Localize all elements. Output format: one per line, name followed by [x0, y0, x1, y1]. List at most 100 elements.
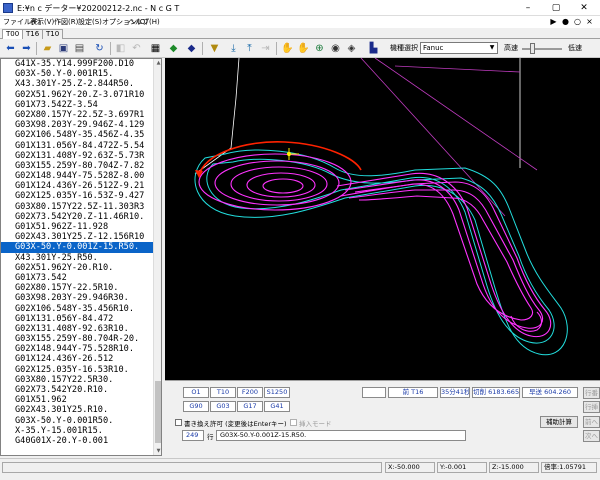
code-row[interactable]: G02X43.301Y25.R10. — [1, 405, 153, 415]
code-row[interactable]: G03X155.259Y-80.704Z-7.82 — [1, 161, 153, 171]
pan-hand-icon[interactable]: ✋ — [280, 41, 295, 56]
insert-mode-checkbox[interactable] — [290, 419, 297, 426]
code-row[interactable]: G01X51.962 — [1, 395, 153, 405]
code-row[interactable]: X-35.Y-15.001R15. — [1, 426, 153, 436]
forward-arrow-icon[interactable]: ➡ — [19, 41, 34, 56]
code-row[interactable]: G03X98.203Y-29.946Z-4.129 — [1, 120, 153, 130]
code-row[interactable]: G01X124.436Y-26.512Z-9.21 — [1, 181, 153, 191]
machine-icon[interactable]: ▙ — [366, 41, 381, 56]
rapid-line-left — [194, 58, 240, 175]
prev-button[interactable]: 前へ — [583, 416, 600, 428]
overwrite-checkbox[interactable] — [175, 419, 182, 426]
next-button[interactable]: 次へ — [583, 430, 600, 442]
code-row[interactable]: G02X148.944Y-75.528R10. — [1, 344, 153, 354]
info-rapid-length: 早送 604.260 — [522, 387, 578, 398]
minimize-button[interactable]: – — [514, 0, 542, 16]
rotate-icon[interactable]: ↻ — [92, 41, 107, 56]
code-row[interactable]: G40G01X-20.Y-0.001 — [1, 436, 153, 446]
scroll-thumb[interactable] — [155, 381, 161, 443]
code-row[interactable]: G03X155.259Y-80.704R-20. — [1, 334, 153, 344]
tab-t00[interactable]: T00 — [2, 29, 24, 39]
code-row[interactable]: G02X51.962Y-20.R10. — [1, 263, 153, 273]
grid-icon[interactable]: ▦ — [148, 41, 163, 56]
code-row[interactable]: X43.301Y-25.Z-2.844R50. — [1, 79, 153, 89]
code-row[interactable]: G01X73.542 — [1, 273, 153, 283]
code-row[interactable]: G41X-35.Y14.999F200.D10 — [1, 59, 153, 69]
menu-draw[interactable]: 作図(R) — [54, 17, 78, 27]
code-row[interactable]: G01X131.056Y-84.472Z-5.54 — [1, 141, 153, 151]
close-button[interactable]: ✕ — [570, 0, 598, 16]
save-icon[interactable]: ▣ — [56, 41, 71, 56]
code-row[interactable]: G02X106.548Y-35.456R10. — [1, 304, 153, 314]
current-line-input[interactable]: G03X-50.Y-0.001Z-15.R50. — [216, 430, 466, 441]
code-row[interactable]: G02X73.542Y20.R10. — [1, 385, 153, 395]
open-folder-icon[interactable]: ▰ — [40, 41, 55, 56]
code-row[interactable]: G02X125.035Y-16.53R10. — [1, 365, 153, 375]
contour-arm-2 — [344, 179, 544, 329]
code-row[interactable]: G03X-50.Y-0.001Z-15.R50. — [1, 242, 153, 253]
chevron-down-icon[interactable]: ▼ — [487, 43, 497, 53]
menu-settings[interactable]: 設定(S) — [78, 17, 102, 27]
status-x: X:-50.000 — [385, 462, 435, 473]
feed-line-1 — [360, 58, 506, 217]
modal-g41: G41 — [264, 401, 290, 412]
fit-view-icon[interactable]: ◉ — [328, 41, 343, 56]
step-back-icon[interactable]: ◧ — [113, 41, 128, 56]
skip-icon[interactable]: ⇥ — [258, 41, 273, 56]
speed-slider-thumb[interactable] — [530, 43, 535, 54]
tab-t16[interactable]: T16 — [22, 29, 44, 39]
scroll-down-icon[interactable]: ▼ — [154, 447, 161, 455]
code-scrollbar[interactable]: ▲ ▼ — [153, 59, 161, 455]
code-row[interactable]: G03X-50.Y-0.001R50. — [1, 416, 153, 426]
code-row[interactable]: G02X51.962Y-20.Z-3.071R10 — [1, 90, 153, 100]
code-row[interactable]: G02X73.542Y20.Z-11.46R10. — [1, 212, 153, 222]
tab-t10[interactable]: T10 — [42, 29, 64, 39]
line-number-button[interactable]: 行番 — [583, 387, 600, 399]
code-row[interactable]: G01X51.962Z-11.928 — [1, 222, 153, 232]
code-row[interactable]: G01X124.436Y-26.512 — [1, 354, 153, 364]
code-row[interactable]: G02X80.157Y-22.5R10. — [1, 283, 153, 293]
play-icon[interactable]: ▶ — [548, 16, 559, 27]
code-row[interactable]: G03X80.157Y22.5Z-11.303R3 — [1, 202, 153, 212]
code-row[interactable]: G02X131.408Y-92.63R10. — [1, 324, 153, 334]
speed-slider-track[interactable] — [522, 48, 562, 50]
back-arrow-icon[interactable]: ⬅ — [3, 41, 18, 56]
code-row[interactable]: G01X131.056Y-84.472 — [1, 314, 153, 324]
circle-icon[interactable]: ○ — [572, 16, 583, 27]
zoom-hand-icon[interactable]: ✋ — [296, 41, 311, 56]
zoom-in-icon[interactable]: ⊕ — [312, 41, 327, 56]
step-down-icon[interactable]: ⤓ — [226, 41, 241, 56]
maximize-button[interactable]: ▢ — [542, 0, 570, 16]
code-row[interactable]: G02X148.944Y-75.528Z-8.00 — [1, 171, 153, 181]
machine-select[interactable]: Fanuc ▼ — [420, 42, 498, 54]
menu-view[interactable]: 表示(V) — [30, 17, 54, 27]
code-row[interactable]: G02X106.548Y-35.456Z-4.35 — [1, 130, 153, 140]
toolpath-viewport[interactable] — [165, 58, 600, 380]
print-icon[interactable]: ▤ — [72, 41, 87, 56]
code-row[interactable]: X43.301Y-25.R50. — [1, 253, 153, 263]
nc-code-list[interactable]: G41X-35.Y14.999F200.D10 G03X-50.Y-0.001R1… — [0, 58, 162, 456]
bookmark-icon[interactable]: ◆ — [184, 41, 199, 56]
machine-select-value: Fanuc — [423, 44, 444, 52]
code-row[interactable]: G02X125.035Y-16.53Z-9.427 — [1, 191, 153, 201]
aux-calc-button[interactable]: 補助計算 — [540, 416, 578, 428]
code-row[interactable]: G02X131.408Y-92.63Z-5.73R — [1, 151, 153, 161]
scroll-up-icon[interactable]: ▲ — [154, 59, 161, 67]
record-icon[interactable]: ● — [560, 16, 571, 27]
code-row[interactable]: G02X80.157Y-22.5Z-3.697R1 — [1, 110, 153, 120]
code-row[interactable]: G02X43.301Y25.Z-12.156R10 — [1, 232, 153, 242]
code-row[interactable]: G03X98.203Y-29.946R30. — [1, 293, 153, 303]
undo-icon[interactable]: ↶ — [129, 41, 144, 56]
code-row[interactable]: G01X73.542Z-3.54 — [1, 100, 153, 110]
tag-icon[interactable]: ◆ — [166, 41, 181, 56]
code-row[interactable]: G03X80.157Y22.5R30. — [1, 375, 153, 385]
line-insert-button[interactable]: 行挿 — [583, 401, 600, 413]
status-y: Y:-0.001 — [437, 462, 487, 473]
step-up-icon[interactable]: ⤒ — [242, 41, 257, 56]
tool-icon[interactable]: ▼ — [207, 41, 222, 56]
tool-axis-icon — [286, 148, 299, 160]
menu-help[interactable]: ヘルプ(H) — [128, 17, 160, 27]
stop-icon[interactable]: × — [584, 16, 595, 27]
view-3d-icon[interactable]: ◈ — [344, 41, 359, 56]
code-row[interactable]: G03X-50.Y-0.001R15. — [1, 69, 153, 79]
